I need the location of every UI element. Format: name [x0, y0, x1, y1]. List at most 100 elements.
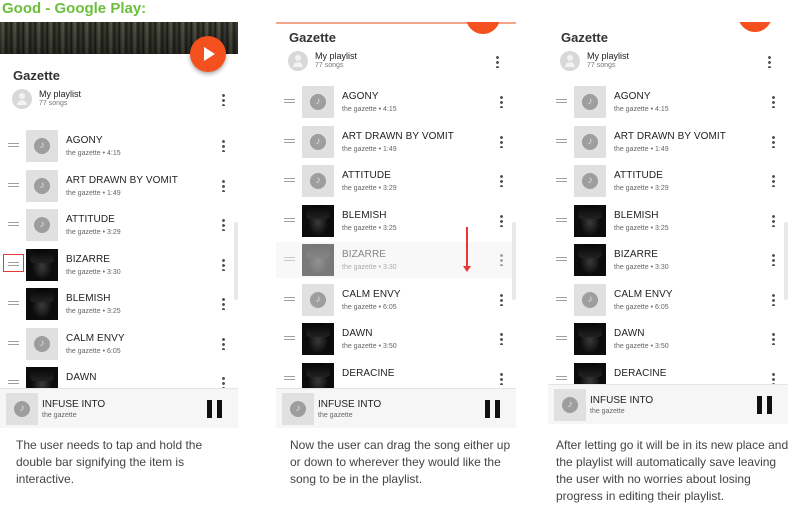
- drag-handle-icon[interactable]: [556, 257, 567, 261]
- track-row[interactable]: ART DRAWN BY VOMIT the gazette • 1:49: [276, 124, 516, 160]
- play-button-peek[interactable]: [738, 22, 772, 32]
- track-meta: the gazette • 1:49: [342, 145, 397, 153]
- track-title: BLEMISH: [342, 209, 387, 221]
- drag-handle-icon[interactable]: [556, 99, 567, 103]
- now-playing-bar[interactable]: INFUSE INTO the gazette: [0, 388, 238, 428]
- more-vert-icon[interactable]: [222, 336, 225, 350]
- drag-handle-icon[interactable]: [284, 257, 295, 261]
- track-row[interactable]: BLEMISH the gazette • 3:25: [276, 203, 516, 239]
- track-row[interactable]: BIZARRE the gazette • 3:30: [548, 242, 788, 278]
- album-art: [26, 248, 58, 281]
- track-title: ART DRAWN BY VOMIT: [614, 130, 727, 142]
- avatar-icon: [12, 89, 32, 109]
- drag-handle-icon[interactable]: [8, 182, 19, 187]
- more-vert-icon[interactable]: [772, 332, 775, 345]
- album-art: [26, 169, 58, 202]
- album-art: [574, 86, 606, 118]
- more-vert-icon[interactable]: [772, 253, 775, 266]
- track-row[interactable]: CALM ENVY the gazette • 6:05: [276, 282, 516, 318]
- drag-handle-icon[interactable]: [8, 380, 19, 384]
- more-vert-icon[interactable]: [222, 139, 225, 152]
- more-vert-icon[interactable]: [772, 174, 775, 187]
- music-note-icon: [310, 133, 326, 150]
- more-vert-icon[interactable]: [496, 55, 499, 68]
- album-art: [302, 86, 334, 118]
- track-title: BLEMISH: [614, 209, 659, 221]
- track-row[interactable]: ART DRAWN BY VOMIT the gazette • 1:49: [0, 168, 238, 204]
- music-note-icon: [582, 133, 598, 150]
- track-row[interactable]: DAWN the gazette • 3:50: [548, 321, 788, 357]
- more-vert-icon[interactable]: [772, 95, 775, 108]
- track-row[interactable]: BLEMISH the gazette • 3:25: [548, 203, 788, 239]
- more-vert-icon[interactable]: [772, 213, 775, 227]
- drag-handle-icon[interactable]: [556, 138, 567, 143]
- track-row[interactable]: BLEMISH the gazette • 3:25: [0, 286, 238, 322]
- more-vert-icon[interactable]: [222, 178, 225, 192]
- more-vert-icon[interactable]: [500, 134, 503, 148]
- track-meta: the gazette • 3:29: [66, 229, 121, 236]
- playlist-title: Gazette: [289, 30, 336, 45]
- more-vert-icon[interactable]: [500, 174, 503, 187]
- drag-handle-icon[interactable]: [8, 301, 19, 305]
- page-heading: Good - Google Play:: [2, 0, 147, 17]
- track-row[interactable]: BIZARRE the gazette • 3:30: [0, 247, 238, 283]
- drag-handle-icon[interactable]: [556, 296, 567, 301]
- more-vert-icon[interactable]: [222, 218, 225, 231]
- more-vert-icon[interactable]: [772, 371, 775, 385]
- drag-handle-icon[interactable]: [284, 375, 295, 380]
- avatar-icon: [560, 51, 580, 71]
- track-row[interactable]: ATTITUDE the gazette • 3:29: [0, 207, 238, 243]
- now-playing-title: INFUSE INTO: [42, 399, 106, 410]
- pause-icon[interactable]: [485, 400, 500, 418]
- drag-handle-icon[interactable]: [556, 375, 567, 380]
- track-row[interactable]: CALM ENVY the gazette • 6:05: [548, 282, 788, 318]
- track-row[interactable]: ATTITUDE the gazette • 3:29: [548, 163, 788, 199]
- more-vert-icon[interactable]: [222, 93, 225, 106]
- more-vert-icon[interactable]: [222, 297, 225, 310]
- more-vert-icon[interactable]: [500, 292, 503, 306]
- more-vert-icon[interactable]: [500, 253, 503, 266]
- more-vert-icon[interactable]: [500, 371, 503, 385]
- now-playing-bar[interactable]: INFUSE INTO the gazette: [548, 384, 788, 424]
- track-title: CALM ENVY: [342, 288, 401, 300]
- drag-handle-icon[interactable]: [8, 340, 19, 345]
- track-row[interactable]: BIZARRE the gazette • 3:30: [276, 242, 516, 278]
- track-row[interactable]: CALM ENVY the gazette • 6:05: [0, 326, 238, 362]
- more-vert-icon[interactable]: [222, 257, 225, 271]
- album-art: [26, 327, 58, 360]
- drag-handle-icon[interactable]: [8, 222, 19, 226]
- drag-handle-icon[interactable]: [284, 336, 295, 340]
- pause-icon[interactable]: [757, 396, 772, 414]
- drag-handle-icon[interactable]: [8, 143, 19, 147]
- track-row[interactable]: AGONY the gazette • 4:15: [548, 84, 788, 120]
- music-note-icon: [34, 177, 50, 194]
- drag-handle-icon[interactable]: [284, 99, 295, 103]
- drag-handle-icon[interactable]: [284, 138, 295, 143]
- track-row[interactable]: ATTITUDE the gazette • 3:29: [276, 163, 516, 199]
- music-note-icon: [582, 291, 598, 308]
- album-art: [574, 125, 606, 158]
- track-row[interactable]: ART DRAWN BY VOMIT the gazette • 1:49: [548, 124, 788, 160]
- track-title: DAWN: [614, 328, 645, 339]
- track-row[interactable]: DAWN the gazette • 3:50: [276, 321, 516, 357]
- now-playing-bar[interactable]: INFUSE INTO the gazette: [276, 388, 516, 428]
- track-row[interactable]: AGONY the gazette • 4:15: [276, 84, 516, 120]
- more-vert-icon[interactable]: [772, 292, 775, 306]
- pause-icon[interactable]: [207, 400, 222, 418]
- play-button-peek[interactable]: [466, 22, 500, 34]
- drag-handle-icon[interactable]: [556, 217, 567, 222]
- drag-handle-icon[interactable]: [556, 178, 567, 182]
- drag-handle-icon[interactable]: [556, 336, 567, 340]
- more-vert-icon[interactable]: [500, 95, 503, 108]
- drag-handle-icon[interactable]: [284, 217, 295, 222]
- playlist-title: Gazette: [561, 30, 608, 45]
- drag-handle-icon[interactable]: [284, 178, 295, 182]
- more-vert-icon[interactable]: [772, 134, 775, 148]
- more-vert-icon[interactable]: [500, 213, 503, 227]
- more-vert-icon[interactable]: [500, 332, 503, 345]
- play-button[interactable]: [190, 36, 226, 72]
- track-row[interactable]: AGONY the gazette • 4:15: [0, 128, 238, 164]
- now-playing-artist: the gazette: [318, 412, 353, 419]
- drag-handle-icon[interactable]: [284, 296, 295, 301]
- more-vert-icon[interactable]: [768, 55, 771, 68]
